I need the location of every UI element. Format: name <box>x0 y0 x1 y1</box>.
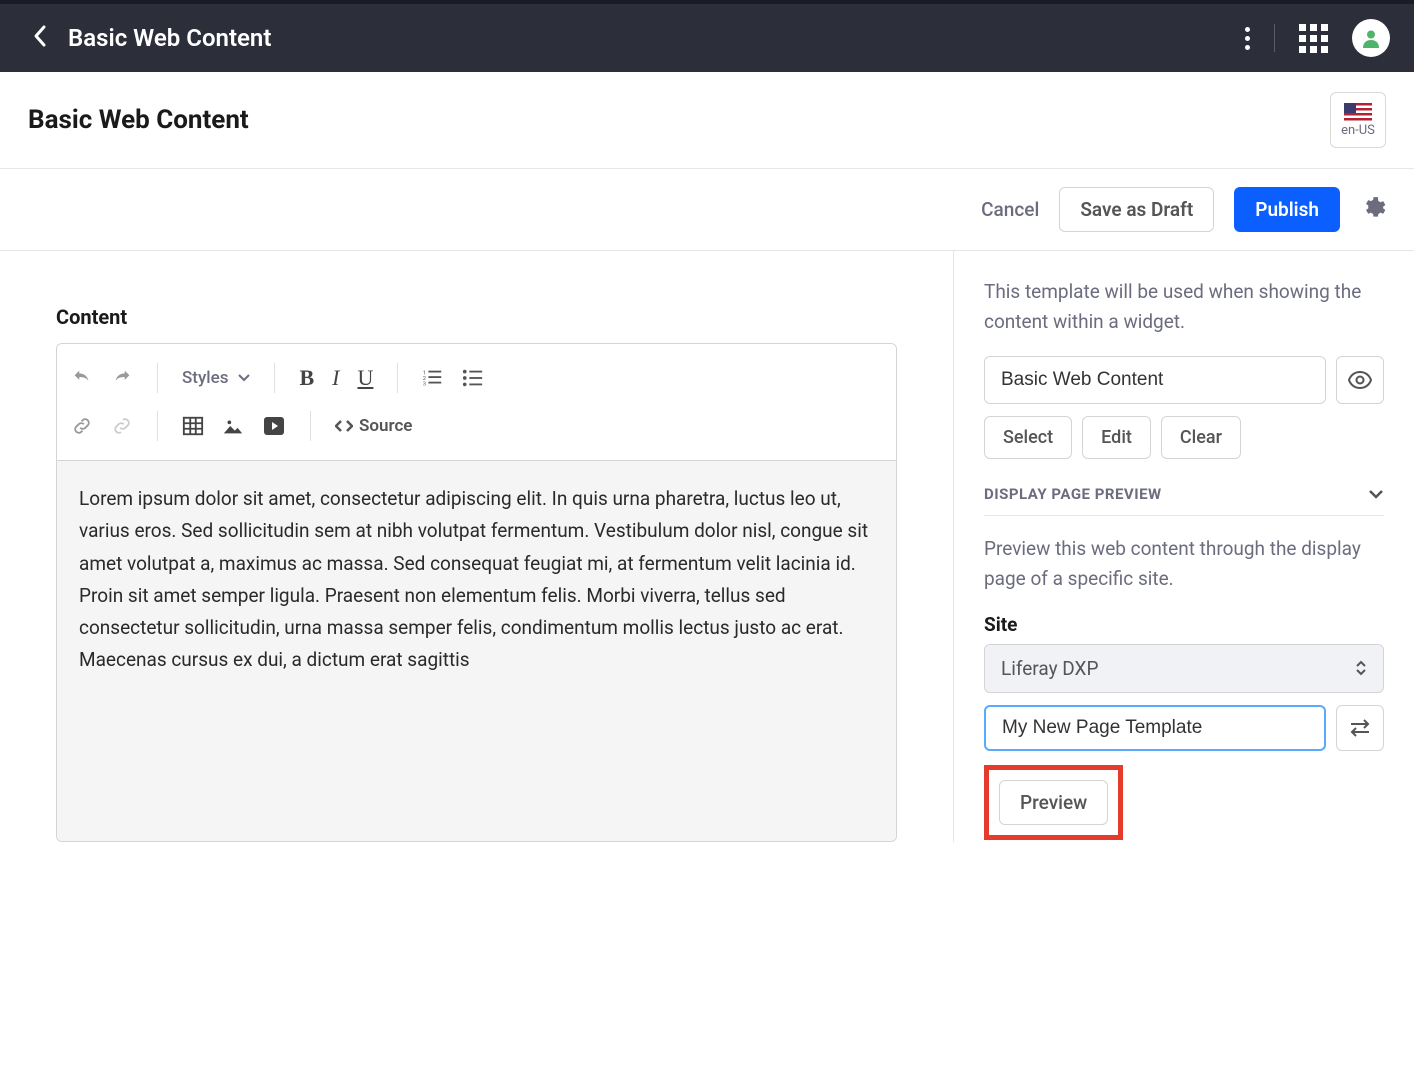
redo-button[interactable] <box>111 367 133 389</box>
user-avatar[interactable] <box>1352 19 1390 57</box>
main-content: Content Styles B I <box>0 250 1414 842</box>
source-button[interactable]: Source <box>335 416 412 436</box>
editor-toolbar: Styles B I U 123 <box>57 344 896 461</box>
svg-text:3: 3 <box>423 381 426 387</box>
unordered-list-icon <box>462 367 484 389</box>
back-button[interactable] <box>24 16 56 60</box>
preview-button[interactable]: Preview <box>999 780 1108 825</box>
us-flag-icon <box>1344 103 1372 121</box>
table-button[interactable] <box>182 415 204 437</box>
styles-dropdown[interactable]: Styles <box>182 368 250 388</box>
publish-button[interactable]: Publish <box>1234 187 1340 232</box>
preview-template-button[interactable] <box>1336 356 1384 404</box>
editor-pane: Content Styles B I <box>0 251 954 842</box>
sort-icon <box>1355 660 1367 676</box>
image-icon <box>222 415 244 437</box>
unlink-button[interactable] <box>111 415 133 437</box>
video-icon <box>262 414 286 438</box>
ordered-list-icon: 123 <box>422 367 444 389</box>
user-icon <box>1361 28 1381 48</box>
top-bar: Basic Web Content <box>0 0 1414 72</box>
select-template-button[interactable]: Select <box>984 416 1072 459</box>
underline-button[interactable]: U <box>357 365 373 391</box>
video-button[interactable] <box>262 414 286 438</box>
swap-button[interactable] <box>1336 705 1384 751</box>
code-icon <box>335 419 353 433</box>
chevron-down-icon <box>1368 488 1384 500</box>
apps-grid-icon[interactable] <box>1299 24 1328 53</box>
locale-label: en-US <box>1341 123 1375 138</box>
link-button[interactable] <box>71 415 93 437</box>
edit-template-button[interactable]: Edit <box>1082 416 1151 459</box>
save-draft-button[interactable]: Save as Draft <box>1059 187 1214 232</box>
locale-selector[interactable]: en-US <box>1330 92 1386 148</box>
caret-down-icon <box>238 373 250 383</box>
page-title: Basic Web Content <box>28 105 249 135</box>
kebab-menu[interactable] <box>1245 27 1250 50</box>
template-name-field[interactable] <box>984 356 1326 404</box>
topbar-title: Basic Web Content <box>68 24 271 52</box>
ordered-list-button[interactable]: 123 <box>422 367 444 389</box>
redo-icon <box>111 367 133 389</box>
preview-highlight: Preview <box>984 765 1123 840</box>
italic-button[interactable]: I <box>332 365 339 391</box>
page-template-field[interactable] <box>984 705 1326 751</box>
image-button[interactable] <box>222 415 244 437</box>
content-label: Content <box>56 305 897 329</box>
template-description: This template will be used when showing … <box>984 277 1384 338</box>
site-select[interactable]: Liferay DXP <box>984 644 1384 693</box>
site-value: Liferay DXP <box>1001 657 1098 680</box>
divider <box>1274 24 1275 52</box>
chevron-left-icon <box>32 24 48 48</box>
clear-template-button[interactable]: Clear <box>1161 416 1241 459</box>
action-bar: Cancel Save as Draft Publish <box>0 169 1414 250</box>
swap-icon <box>1349 718 1371 738</box>
link-icon <box>71 415 93 437</box>
unlink-icon <box>111 415 133 437</box>
settings-button[interactable] <box>1360 195 1386 225</box>
table-icon <box>182 415 204 437</box>
sidebar-pane: This template will be used when showing … <box>954 251 1414 842</box>
unordered-list-button[interactable] <box>462 367 484 389</box>
undo-icon <box>71 367 93 389</box>
section-title: DISPLAY PAGE PREVIEW <box>984 485 1162 503</box>
eye-icon <box>1348 371 1372 389</box>
editor-body[interactable]: Lorem ipsum dolor sit amet, consectetur … <box>57 461 896 841</box>
bold-button[interactable]: B <box>299 365 314 391</box>
undo-button[interactable] <box>71 367 93 389</box>
gear-icon <box>1360 195 1386 221</box>
site-label: Site <box>984 613 1384 636</box>
page-header: Basic Web Content en-US <box>0 72 1414 169</box>
styles-label: Styles <box>182 368 228 388</box>
preview-description: Preview this web content through the dis… <box>984 534 1384 595</box>
cancel-button[interactable]: Cancel <box>981 198 1039 221</box>
rich-text-editor: Styles B I U 123 <box>56 343 897 842</box>
source-label: Source <box>359 416 412 436</box>
display-page-preview-header[interactable]: DISPLAY PAGE PREVIEW <box>984 485 1384 516</box>
